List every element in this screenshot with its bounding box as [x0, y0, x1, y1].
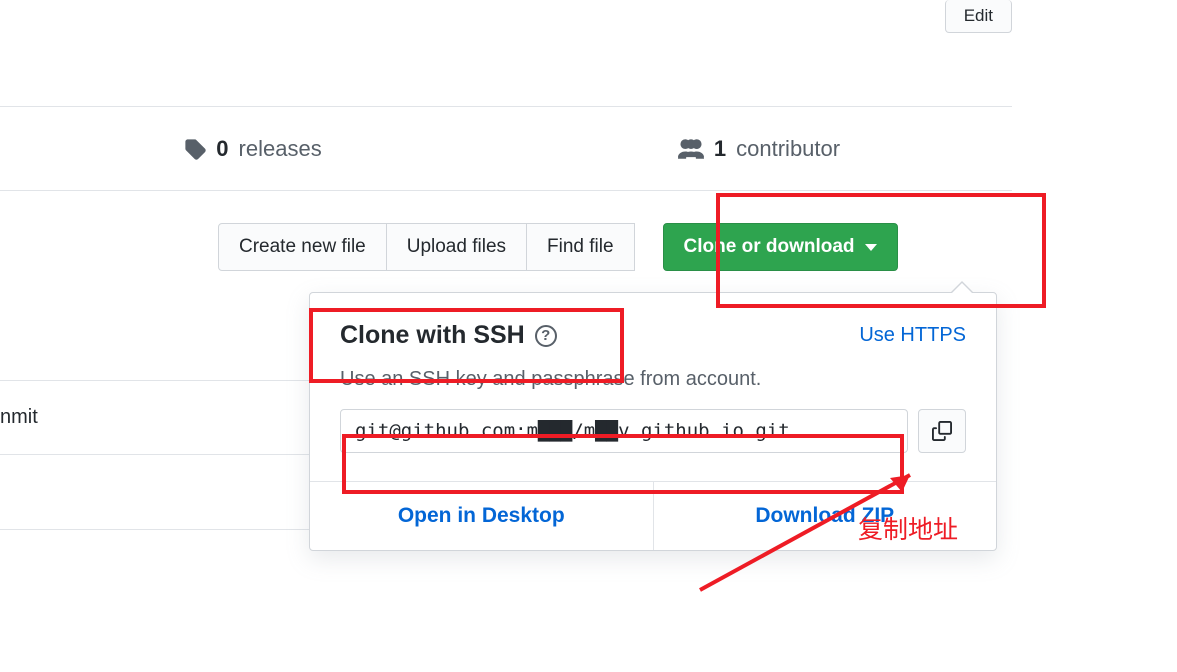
- list-row: nmit: [0, 380, 310, 455]
- copy-url-button[interactable]: [918, 409, 966, 453]
- releases-count: 0: [216, 136, 228, 162]
- clone-title-text: Clone with SSH: [340, 321, 525, 350]
- clone-or-download-button[interactable]: Clone or download: [663, 223, 898, 271]
- releases-stat[interactable]: 0 releases: [0, 107, 506, 190]
- contributors-label: contributor: [736, 136, 840, 162]
- clone-download-label: Clone or download: [684, 236, 855, 258]
- file-toolbar: Create new file Upload files Find file C…: [218, 223, 898, 271]
- contributors-stat[interactable]: 1 contributor: [506, 107, 1012, 190]
- contributors-count: 1: [714, 136, 726, 162]
- annotation-text: 复制地址: [858, 510, 958, 546]
- clone-url-input[interactable]: [340, 409, 908, 453]
- releases-label: releases: [239, 136, 322, 162]
- create-new-file-button[interactable]: Create new file: [218, 223, 387, 271]
- clone-title: Clone with SSH ?: [340, 321, 557, 350]
- clipboard-icon: [932, 420, 952, 442]
- edit-button[interactable]: Edit: [945, 0, 1012, 33]
- open-in-desktop-button[interactable]: Open in Desktop: [310, 482, 654, 550]
- help-icon[interactable]: ?: [535, 325, 557, 347]
- repo-stats-row: 0 releases 1 contributor: [0, 106, 1012, 191]
- list-row: [0, 455, 310, 530]
- upload-files-button[interactable]: Upload files: [386, 223, 527, 271]
- people-icon: [678, 138, 704, 160]
- tag-icon: [184, 138, 206, 160]
- find-file-button[interactable]: Find file: [526, 223, 635, 271]
- clone-description: Use an SSH key and passphrase from accou…: [340, 368, 966, 391]
- use-https-link[interactable]: Use HTTPS: [859, 324, 966, 347]
- caret-down-icon: [865, 244, 877, 251]
